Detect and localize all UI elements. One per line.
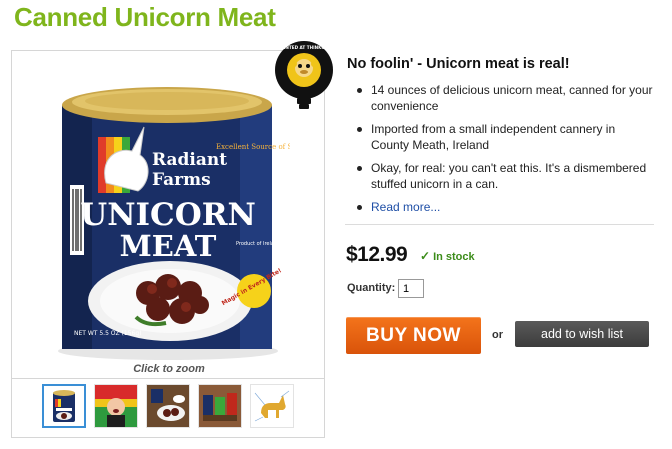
invented-at-thinkgeek-badge: INVENTED AT THINKGEEK [274,41,335,109]
section-divider [345,224,654,225]
feature-item: Imported from a small independent canner… [356,121,656,153]
can-line2: MEAT [120,229,217,263]
feature-item: Okay, for real: you can't eat this. It's… [356,160,656,192]
feature-item: 14 ounces of delicious unicorn meat, can… [356,82,656,114]
can-origin: Product of Ireland [236,241,280,247]
thumbnail-can[interactable] [42,384,86,428]
quantity-label: Quantity: [347,282,396,294]
or-separator: or [492,329,503,341]
stock-status-label: In stock [433,251,475,263]
add-to-wish-list-button[interactable]: add to wish list [515,321,649,347]
feature-list: 14 ounces of delicious unicorn meat, can… [356,82,656,222]
can-weight: NET WT 5.5 OZ (156g) [74,330,142,337]
buy-now-button[interactable]: BUY NOW [346,317,481,354]
checkmark-icon: ✓ [420,249,431,263]
main-product-image[interactable]: Radiant Farms Excellent Source of Sparkl… [40,65,290,365]
read-more-link[interactable]: Read more... [371,200,440,214]
thumbnail-diagram[interactable] [250,384,294,428]
thumbnail-person[interactable] [94,384,138,428]
thumbnail-scene[interactable] [146,384,190,428]
stock-status: ✓ In stock [420,249,475,263]
badge-text: INVENTED AT THINKGEEK [274,45,334,50]
can-brand-line2: Farms [152,170,211,190]
can-line1: UNICORN [80,197,256,233]
thumbnail-cans[interactable] [198,384,242,428]
can-side-text: Excellent Source of Sparkles [216,143,290,151]
can-brand-line1: Radiant [152,150,227,170]
product-title: Canned Unicorn Meat [14,2,276,32]
product-price: $12.99 [346,243,408,266]
quantity-input[interactable] [398,279,424,298]
product-tagline: No foolin' - Unicorn meat is real! [347,56,570,72]
click-to-zoom-caption[interactable]: Click to zoom [12,363,326,375]
thumbnail-divider [12,378,324,379]
read-more-item: Read more... [356,199,656,215]
